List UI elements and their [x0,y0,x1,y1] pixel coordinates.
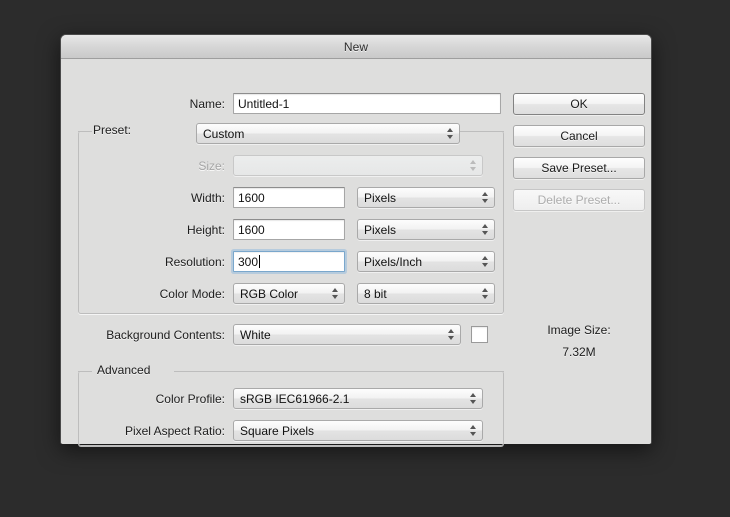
pixel-aspect-ratio-label: Pixel Aspect Ratio: [124,423,225,438]
chevron-updown-icon [481,222,490,237]
height-input[interactable]: 1600 [233,219,345,240]
chevron-updown-icon [469,158,478,173]
preset-dropdown[interactable]: Custom [196,123,460,144]
background-color-swatch[interactable] [471,326,488,343]
size-label: Size: [198,158,225,173]
new-document-dialog: New Name: Untitled-1 Preset: Custom Size… [60,34,652,446]
chevron-updown-icon [469,423,478,438]
save-preset-button[interactable]: Save Preset... [513,157,645,179]
resolution-unit-value: Pixels/Inch [364,254,423,269]
image-size-label: Image Size: [547,323,611,337]
height-row: Height: 1600 Pixels [61,219,495,240]
dialog-titlebar[interactable]: New [61,35,651,59]
preset-row: Custom [61,123,460,144]
size-row: Size: [61,155,483,176]
color-mode-value: RGB Color [240,286,299,301]
name-label: Name: [189,96,225,111]
background-contents-label: Background Contents: [106,327,225,342]
resolution-input-value: 300 [238,254,259,269]
resolution-unit-dropdown[interactable]: Pixels/Inch [357,251,495,272]
text-caret [259,255,261,268]
color-depth-value: 8 bit [364,286,387,301]
background-contents-dropdown[interactable]: White [233,324,461,345]
color-depth-dropdown[interactable]: 8 bit [357,283,495,304]
background-contents-row: Background Contents: White [61,324,488,345]
chevron-updown-icon [481,286,490,301]
pixel-aspect-ratio-row: Pixel Aspect Ratio: Square Pixels [61,420,483,441]
name-input[interactable]: Untitled-1 [233,93,501,114]
pixel-aspect-ratio-dropdown[interactable]: Square Pixels [233,420,483,441]
color-mode-label: Color Mode: [159,286,225,301]
advanced-label: Advanced [97,363,151,377]
height-unit-value: Pixels [364,222,397,237]
width-unit-value: Pixels [364,190,397,205]
chevron-updown-icon [469,391,478,406]
name-row: Name: Untitled-1 [61,93,501,114]
ok-button[interactable]: OK [513,93,645,115]
height-input-value: 1600 [238,222,265,237]
height-label: Height: [186,222,225,237]
width-input-value: 1600 [238,190,265,205]
width-input[interactable]: 1600 [233,187,345,208]
pixel-aspect-ratio-value: Square Pixels [240,423,315,438]
chevron-updown-icon [481,254,490,269]
width-label: Width: [190,190,225,205]
chevron-updown-icon [481,190,490,205]
color-mode-dropdown[interactable]: RGB Color [233,283,345,304]
dialog-body: Name: Untitled-1 Preset: Custom Size: Wi… [61,59,651,446]
chevron-updown-icon [447,327,456,342]
color-mode-row: Color Mode: RGB Color 8 bit [61,283,495,304]
background-contents-value: White [240,327,271,342]
preset-dropdown-value: Custom [203,126,245,141]
image-size-readout: Image Size: 7.32M [513,319,645,363]
dialog-title: New [343,39,369,54]
width-unit-dropdown[interactable]: Pixels [357,187,495,208]
name-input-value: Untitled-1 [238,96,290,111]
delete-preset-button[interactable]: Delete Preset... [513,189,645,211]
resolution-input[interactable]: 300 [233,251,345,272]
resolution-row: Resolution: 300 Pixels/Inch [61,251,495,272]
width-row: Width: 1600 Pixels [61,187,495,208]
image-size-value: 7.32M [562,345,596,359]
color-profile-row: Color Profile: sRGB IEC61966-2.1 [61,388,483,409]
cancel-button[interactable]: Cancel [513,125,645,147]
size-dropdown[interactable] [233,155,483,176]
chevron-updown-icon [331,286,340,301]
color-profile-value: sRGB IEC61966-2.1 [240,391,350,406]
resolution-label: Resolution: [164,254,225,269]
color-profile-label: Color Profile: [155,391,225,406]
chevron-updown-icon [446,126,455,141]
height-unit-dropdown[interactable]: Pixels [357,219,495,240]
color-profile-dropdown[interactable]: sRGB IEC61966-2.1 [233,388,483,409]
